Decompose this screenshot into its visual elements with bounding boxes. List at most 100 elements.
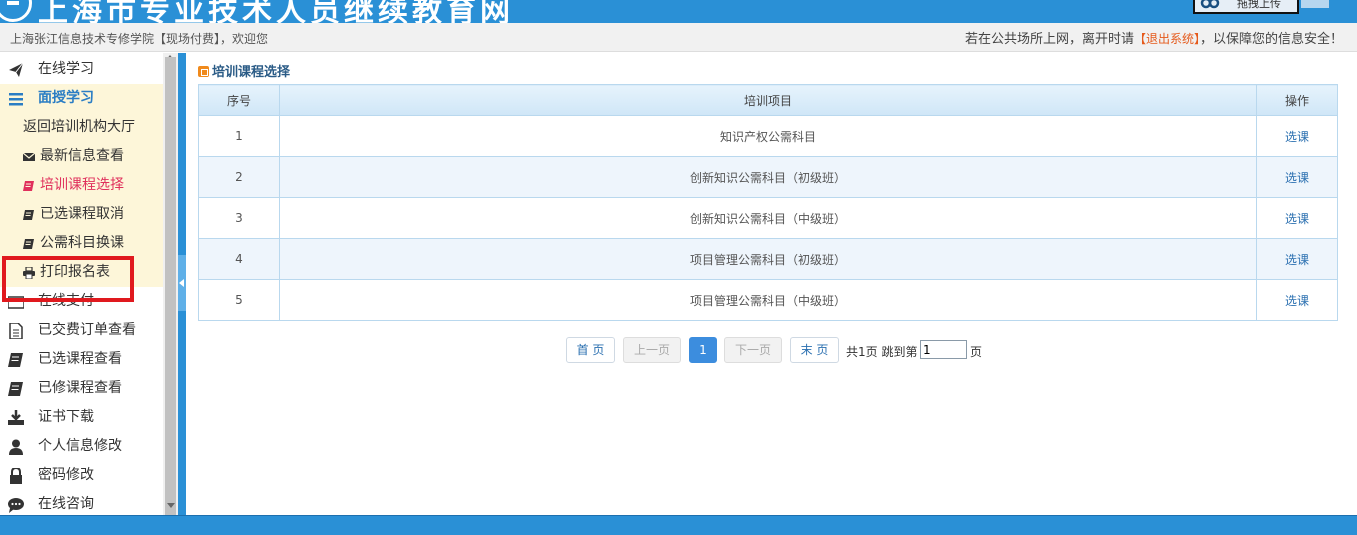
book-icon bbox=[23, 210, 34, 220]
book-icon bbox=[23, 181, 34, 191]
collapse-sidebar-toggle[interactable] bbox=[178, 255, 186, 311]
envelope-icon bbox=[23, 152, 35, 161]
select-course-link[interactable]: 选课 bbox=[1256, 279, 1338, 321]
book-icon bbox=[8, 353, 23, 367]
table-row: 3 创新知识公需科目（中级班） 选课 bbox=[198, 197, 1338, 239]
sidebar-item-certificate-download[interactable]: 证书下载 bbox=[0, 403, 163, 432]
security-prefix: 若在公共场所上网，离开时请 bbox=[964, 32, 1134, 47]
sidebar-item-online-payment[interactable]: 在线支付 bbox=[0, 287, 163, 316]
sidebar-item-paid-orders[interactable]: 已交费订单查看 bbox=[0, 316, 163, 345]
security-suffix: ，以保障您的信息安全！ bbox=[1199, 32, 1343, 47]
download-icon bbox=[8, 410, 24, 425]
row-project: 创新知识公需科目（初级班） bbox=[279, 156, 1257, 198]
column-header-no: 序号 bbox=[198, 84, 280, 116]
row-no: 1 bbox=[198, 115, 280, 157]
document-icon bbox=[9, 323, 23, 339]
table-row: 4 项目管理公需科目（初级班） 选课 bbox=[198, 238, 1338, 280]
next-page-button[interactable]: 下一页 bbox=[724, 337, 782, 363]
section-title-text: 培训课程选择 bbox=[212, 65, 291, 80]
sidebar-item-password-change[interactable]: 密码修改 bbox=[0, 461, 163, 490]
footer-bar bbox=[0, 515, 1357, 535]
first-page-button[interactable]: 首 页 bbox=[566, 337, 615, 363]
sidebar-sub-back-to-hall[interactable]: 返回培训机构大厅 bbox=[0, 113, 163, 142]
sidebar-item-label: 密码修改 bbox=[38, 467, 94, 483]
sidebar-sub-change-course[interactable]: 公需科目换课 bbox=[0, 229, 163, 258]
user-icon bbox=[9, 439, 23, 455]
sidebar-sub-latest-info[interactable]: 最新信息查看 bbox=[0, 142, 163, 171]
sidebar-sub-label: 打印报名表 bbox=[40, 264, 110, 280]
site-logo-icon bbox=[0, 0, 32, 22]
top-banner: 上海市专业技术人员继续教育网 拖拽上传 bbox=[0, 0, 1357, 23]
footer-divider bbox=[0, 515, 1357, 516]
sidebar-item-label: 已交费订单查看 bbox=[38, 322, 136, 338]
table-header-row: 序号 培训项目 操作 bbox=[198, 84, 1338, 116]
page-summary: 共1页 跳到第 bbox=[846, 345, 918, 359]
scroll-thumb[interactable] bbox=[165, 57, 176, 523]
drag-upload-button[interactable]: 拖拽上传 bbox=[1193, 0, 1299, 14]
sidebar-sub-label: 最新信息查看 bbox=[40, 148, 124, 164]
select-course-link[interactable]: 选课 bbox=[1256, 238, 1338, 280]
select-course-link[interactable]: 选课 bbox=[1256, 115, 1338, 157]
print-icon bbox=[23, 267, 35, 279]
sidebar-item-completed-courses[interactable]: 已修课程查看 bbox=[0, 374, 163, 403]
prev-page-button[interactable]: 上一页 bbox=[623, 337, 681, 363]
current-page-button[interactable]: 1 bbox=[689, 337, 717, 363]
sidebar-item-label: 在线学习 bbox=[38, 61, 94, 77]
drag-upload-label: 拖拽上传 bbox=[1237, 0, 1281, 10]
sidebar-item-profile-edit[interactable]: 个人信息修改 bbox=[0, 432, 163, 461]
course-table: 序号 培训项目 操作 1 知识产权公需科目 选课 2 创新知识公需科目（初级班）… bbox=[198, 84, 1338, 321]
row-project: 知识产权公需科目 bbox=[279, 115, 1257, 157]
sidebar-item-online-study[interactable]: 在线学习 bbox=[0, 55, 163, 84]
row-project: 创新知识公需科目（中级班） bbox=[279, 197, 1257, 239]
sidebar-splitter bbox=[178, 53, 186, 515]
sidebar-sub-label: 已选课程取消 bbox=[40, 206, 124, 222]
sidebar-scrollbar[interactable] bbox=[163, 53, 178, 523]
sidebar-item-label: 在线咨询 bbox=[38, 496, 94, 512]
banner-tab[interactable] bbox=[1301, 0, 1329, 8]
row-no: 2 bbox=[198, 156, 280, 198]
sidebar-item-online-consult[interactable]: 在线咨询 bbox=[0, 490, 163, 515]
sidebar-sub-print-form[interactable]: 打印报名表 bbox=[0, 258, 163, 287]
sidebar: 在线学习 面授学习 返回培训机构大厅 最新信息查看 培训课程选择 已选课程取消 … bbox=[0, 53, 163, 515]
page-jump-input[interactable] bbox=[920, 340, 967, 359]
page-unit: 页 bbox=[970, 345, 983, 359]
cloud-icon bbox=[1200, 0, 1220, 9]
paper-plane-icon bbox=[9, 62, 24, 77]
sidebar-item-label: 在线支付 bbox=[38, 293, 94, 309]
credit-card-icon bbox=[8, 296, 24, 309]
scroll-down-arrow-icon[interactable] bbox=[167, 503, 175, 508]
lock-icon bbox=[10, 468, 22, 484]
row-no: 5 bbox=[198, 279, 280, 321]
table-row: 2 创新知识公需科目（初级班） 选课 bbox=[198, 156, 1338, 198]
sidebar-sub-course-selection[interactable]: 培训课程选择 bbox=[0, 171, 163, 200]
section-title-icon bbox=[198, 66, 209, 77]
sidebar-item-label: 面授学习 bbox=[38, 90, 94, 106]
select-course-link[interactable]: 选课 bbox=[1256, 156, 1338, 198]
row-project: 项目管理公需科目（中级班） bbox=[279, 279, 1257, 321]
select-course-link[interactable]: 选课 bbox=[1256, 197, 1338, 239]
sidebar-item-face-study[interactable]: 面授学习 bbox=[0, 84, 163, 113]
welcome-text: 上海张江信息技术专修学院【现场付费】，欢迎您 bbox=[10, 32, 269, 46]
column-header-project: 培训项目 bbox=[279, 84, 1257, 116]
chat-icon bbox=[8, 498, 24, 513]
section-title: 培训课程选择 bbox=[198, 61, 290, 80]
security-notice: 若在公共场所上网，离开时请【退出系统】，以保障您的信息安全！ bbox=[965, 28, 1343, 47]
info-bar: 上海张江信息技术专修学院【现场付费】，欢迎您 若在公共场所上网，离开时请【退出系… bbox=[0, 23, 1357, 52]
logout-link[interactable]: 【退出系统】 bbox=[1134, 32, 1200, 46]
sidebar-sub-cancel-course[interactable]: 已选课程取消 bbox=[0, 200, 163, 229]
sidebar-item-label: 个人信息修改 bbox=[38, 438, 122, 454]
column-header-action: 操作 bbox=[1256, 84, 1338, 116]
book-icon bbox=[8, 382, 23, 396]
table-row: 5 项目管理公需科目（中级班） 选课 bbox=[198, 279, 1338, 321]
last-page-button[interactable]: 末 页 bbox=[790, 337, 839, 363]
row-no: 3 bbox=[198, 197, 280, 239]
sidebar-item-label: 证书下载 bbox=[38, 409, 94, 425]
book-icon bbox=[23, 239, 34, 249]
main-content: 培训课程选择 序号 培训项目 操作 1 知识产权公需科目 选课 2 创新知识公需… bbox=[186, 53, 1357, 515]
sidebar-sub-label: 返回培训机构大厅 bbox=[23, 119, 135, 135]
sidebar-item-selected-courses[interactable]: 已选课程查看 bbox=[0, 345, 163, 374]
menu-list-icon bbox=[9, 93, 23, 106]
sidebar-sub-label: 公需科目换课 bbox=[40, 235, 124, 251]
sidebar-item-label: 已修课程查看 bbox=[38, 380, 122, 396]
table-row: 1 知识产权公需科目 选课 bbox=[198, 115, 1338, 157]
